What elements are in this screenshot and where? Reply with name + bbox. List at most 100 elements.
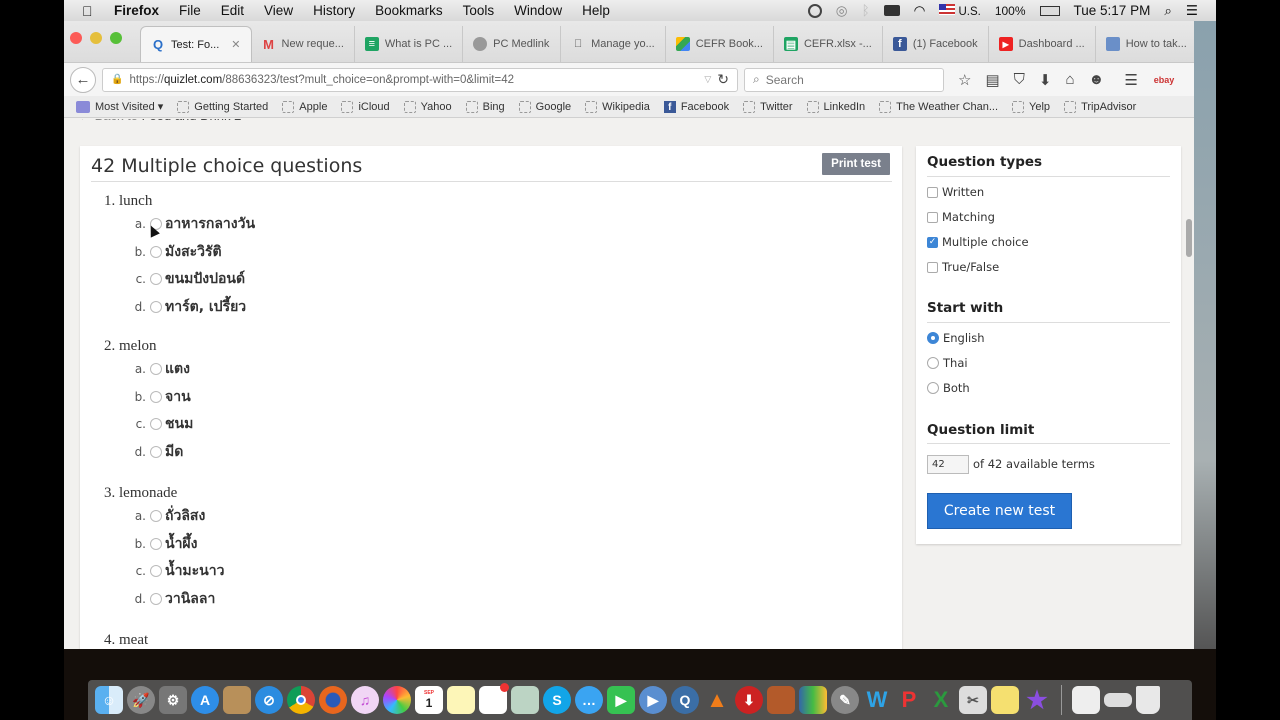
- tab-cefr-book[interactable]: CEFR Book...: [666, 26, 774, 62]
- dropdown-icon[interactable]: ▽: [704, 74, 711, 85]
- bookmark-facebook[interactable]: f Facebook: [663, 100, 729, 113]
- bookmark-bing[interactable]: Bing: [465, 100, 505, 113]
- bookmark-yelp[interactable]: Yelp: [1012, 100, 1050, 113]
- tab-manage-apple[interactable]:  Manage yo...: [561, 26, 666, 62]
- answer-option[interactable]: a. ถั่วลิสง: [132, 502, 224, 530]
- firefox-icon[interactable]: [319, 686, 347, 714]
- downloads-stack-icon[interactable]: [1104, 693, 1132, 707]
- trash-icon[interactable]: [1136, 686, 1160, 714]
- bookmark-getting-started[interactable]: Getting Started: [177, 100, 268, 113]
- bookmark-linkedin[interactable]: LinkedIn: [806, 100, 865, 113]
- search-input[interactable]: ⌕ Search: [744, 67, 944, 92]
- battery-icon[interactable]: [1039, 5, 1060, 16]
- chat-icon[interactable]: ☻: [1089, 71, 1105, 88]
- messages-icon[interactable]: …: [575, 686, 603, 714]
- app-store-icon[interactable]: A: [191, 686, 219, 714]
- tab-what-is-pc[interactable]: ≡ What is PC ...: [355, 26, 464, 62]
- safari-icon[interactable]: ⊘: [255, 686, 283, 714]
- checkbox-written[interactable]: Written: [927, 185, 984, 199]
- apple-menu-icon[interactable]: : [82, 3, 100, 19]
- reload-icon[interactable]: ↻: [717, 71, 729, 88]
- bookmark-twitter[interactable]: Twitter: [743, 100, 793, 113]
- radio[interactable]: [927, 382, 939, 394]
- menu-view[interactable]: View: [264, 3, 293, 18]
- back-button[interactable]: ←: [70, 66, 96, 93]
- spotlight-icon[interactable]: ⌕: [1164, 3, 1172, 19]
- radio-english[interactable]: English: [927, 331, 985, 345]
- answer-option[interactable]: d. วานิลลา: [132, 585, 224, 613]
- answer-radio[interactable]: [150, 509, 162, 522]
- menu-edit[interactable]: Edit: [221, 3, 244, 18]
- answer-option[interactable]: c. ชนม: [132, 410, 194, 438]
- quicktime-player-icon[interactable]: ▶: [639, 686, 667, 714]
- finder-icon[interactable]: ☺: [95, 686, 123, 714]
- creative-cloud-icon[interactable]: ◎: [836, 3, 848, 19]
- ebay-icon[interactable]: ebay: [1154, 75, 1175, 85]
- notification-center-icon[interactable]: ☰: [1186, 3, 1198, 19]
- answer-radio[interactable]: [150, 273, 162, 286]
- clock[interactable]: Tue 5:17 PM: [1074, 3, 1151, 18]
- checkbox-matching[interactable]: Matching: [927, 210, 995, 224]
- launchpad-icon[interactable]: 🚀: [127, 686, 155, 714]
- excel-icon[interactable]: X: [927, 686, 955, 714]
- bluetooth-icon[interactable]: ᛒ: [862, 3, 870, 18]
- print-test-button[interactable]: Print test: [822, 153, 890, 175]
- checkbox-true-false[interactable]: True/False: [927, 260, 999, 274]
- powerpoint-icon[interactable]: P: [895, 686, 923, 714]
- answer-option[interactable]: b. มังสะวิรัติ: [132, 238, 255, 266]
- back-link[interactable]: ← Back to Food and Drink 2: [78, 119, 241, 123]
- checkbox-multiple-choice[interactable]: ✓ Multiple choice: [927, 235, 1029, 249]
- zoom-window-button[interactable]: [110, 32, 122, 44]
- checkbox[interactable]: [927, 261, 938, 273]
- close-tab-icon[interactable]: ✕: [231, 38, 240, 51]
- chrome-icon[interactable]: [287, 686, 315, 714]
- answer-option[interactable]: c. น้ำมะนาว: [132, 557, 225, 585]
- notes-icon[interactable]: [447, 686, 475, 714]
- answer-radio[interactable]: [150, 537, 162, 550]
- reminders-icon[interactable]: [479, 683, 509, 714]
- downie-icon[interactable]: ⬇: [735, 686, 763, 714]
- bookmark-wikipedia[interactable]: Wikipedia: [585, 100, 650, 113]
- reading-list-icon[interactable]: ▤: [985, 71, 999, 89]
- radio-both[interactable]: Both: [927, 381, 970, 395]
- tab-dashboard[interactable]: ▶ Dashboard ...: [989, 26, 1096, 62]
- download-icon[interactable]: ⬇: [1039, 71, 1052, 89]
- menu-file[interactable]: File: [179, 3, 201, 18]
- answer-radio[interactable]: [150, 418, 162, 431]
- answer-radio[interactable]: [150, 245, 162, 258]
- checkbox[interactable]: [927, 186, 938, 198]
- radio[interactable]: [927, 357, 939, 369]
- bookmark-most-visited[interactable]: Most Visited ▾: [76, 100, 163, 113]
- stickies-icon[interactable]: [991, 686, 1019, 714]
- answer-radio[interactable]: [150, 592, 162, 605]
- skype-icon[interactable]: S: [543, 686, 571, 714]
- bookmark-google[interactable]: Google: [518, 100, 571, 113]
- screenshot-icon[interactable]: ✂: [959, 686, 987, 714]
- bookmark-apple[interactable]: Apple: [282, 100, 327, 113]
- tab-gmail[interactable]: M New reque...: [252, 26, 355, 62]
- radio-thai[interactable]: Thai: [927, 356, 968, 370]
- tab-facebook[interactable]: f (1) Facebook: [883, 26, 989, 62]
- answer-radio[interactable]: [150, 565, 162, 578]
- url-bar[interactable]: 🔒 https://quizlet.com/88636323/test?mult…: [102, 67, 738, 92]
- menu-tools[interactable]: Tools: [463, 3, 495, 18]
- tab-quizlet-test[interactable]: Q Test: Fo... ✕: [140, 26, 252, 62]
- answer-radio[interactable]: [150, 300, 162, 313]
- tab-pc-medlink[interactable]: PC Medlink: [463, 26, 562, 62]
- answer-radio[interactable]: [150, 445, 162, 458]
- answer-radio[interactable]: [150, 390, 162, 403]
- answer-option[interactable]: d. ทาร์ต, เปรี้ยว: [132, 293, 255, 321]
- menu-bookmarks[interactable]: Bookmarks: [375, 3, 443, 18]
- create-new-test-button[interactable]: Create new test: [927, 493, 1072, 529]
- calendar-icon[interactable]: SEP 1: [415, 686, 443, 714]
- input-source[interactable]: U.S.: [939, 3, 981, 18]
- bookmark-icloud[interactable]: iCloud: [341, 100, 390, 113]
- system-preferences-icon[interactable]: ⚙: [159, 686, 187, 714]
- pocket-icon[interactable]: ⛉: [1014, 71, 1025, 88]
- contacts-icon[interactable]: [223, 686, 251, 714]
- documents-stack-icon[interactable]: [1072, 686, 1100, 714]
- question-limit-input[interactable]: 42: [927, 455, 969, 474]
- imovie-icon[interactable]: ★: [1023, 686, 1051, 714]
- menu-app-firefox[interactable]: Firefox: [114, 3, 159, 18]
- answer-option[interactable]: d. มีด: [132, 438, 193, 466]
